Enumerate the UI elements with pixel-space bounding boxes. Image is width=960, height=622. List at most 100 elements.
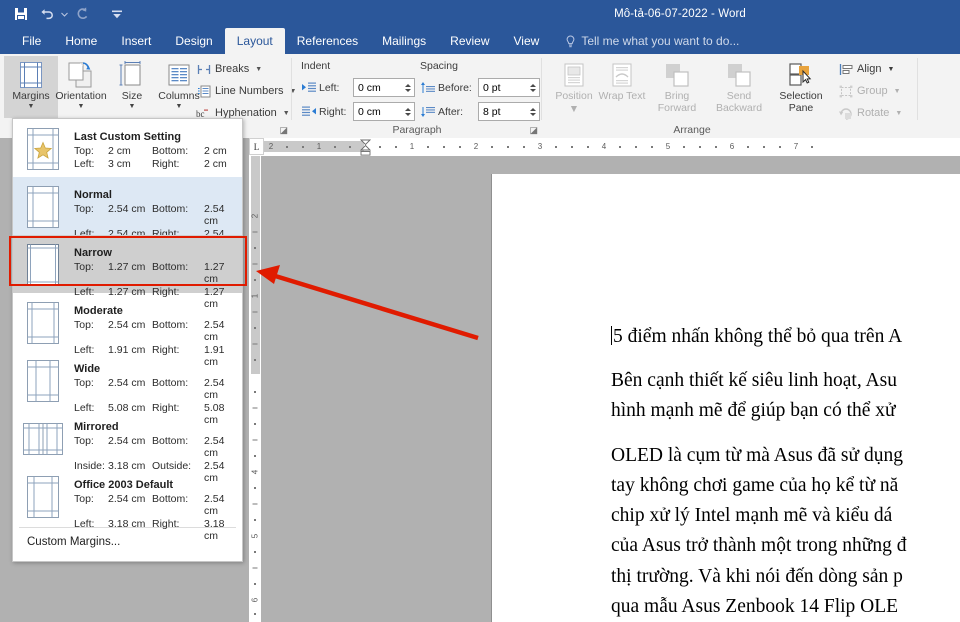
line-numbers-button[interactable]: Line Numbers ▼ — [196, 82, 296, 100]
spacing-before-row: Before: — [420, 78, 540, 97]
tab-insert[interactable]: Insert — [109, 28, 163, 54]
paragraph-dialog-launcher[interactable]: ◪ — [529, 125, 538, 136]
undo-dropdown-icon[interactable] — [60, 3, 69, 25]
indent-right-stepper[interactable] — [353, 102, 415, 121]
chevron-down-icon: ▼ — [175, 103, 183, 110]
ribbon-group-paragraph: Indent Spacing Left: Right: — [292, 54, 542, 138]
tab-view[interactable]: View — [502, 28, 552, 54]
indent-left-input[interactable] — [354, 79, 402, 96]
spacing-after-input[interactable] — [479, 103, 527, 120]
customize-qat-icon[interactable] — [104, 3, 130, 25]
margins-option-normal[interactable]: Normal Top: 2.54 cm Bottom: 2.54 cm Left… — [13, 177, 242, 252]
tell-me-text: Tell me what you want to do... — [581, 34, 740, 48]
size-icon — [119, 59, 145, 89]
chevron-down-icon: ▼ — [893, 87, 901, 95]
wrap-text-button[interactable]: Wrap Text ▼ — [598, 56, 646, 118]
rotate-button[interactable]: Rotate ▼ — [838, 104, 902, 122]
chevron-down-icon: ▼ — [282, 109, 290, 117]
margins-option-narrow[interactable]: Narrow Top: 1.27 cm Bottom: 1.27 cm Left… — [13, 235, 242, 310]
bring-forward-label: Bring Forward — [657, 90, 697, 114]
indent-left-icon — [301, 81, 316, 95]
selection-pane-icon — [786, 59, 816, 89]
wrap-text-label: Wrap Text — [598, 90, 646, 102]
vruler-top-margin-zone — [251, 156, 260, 374]
chevron-down-icon: ▼ — [255, 65, 263, 73]
margins-option-last-custom[interactable]: Last Custom Setting Top: 2 cm Bottom: 2 … — [13, 119, 242, 177]
word-window: Mô-tả-06-07-2022 - Word File Home Insert — [0, 0, 960, 622]
tab-design[interactable]: Design — [163, 28, 224, 54]
send-backward-icon — [725, 59, 753, 89]
margins-option-mirrored[interactable]: Mirrored Top: 2.54 cm Bottom: 2.54 cm In… — [13, 409, 242, 484]
align-icon — [838, 62, 853, 77]
vertical-ruler[interactable]: 2 1 4 5 6 — [249, 156, 261, 622]
tab-layout[interactable]: Layout — [224, 28, 285, 54]
redo-icon[interactable] — [69, 3, 95, 25]
group-label: Group — [857, 85, 888, 97]
spacing-before-stepper[interactable] — [478, 78, 540, 97]
selection-pane-button[interactable]: Selection Pane — [770, 56, 832, 118]
document-paragraph-2: OLED là cụm từ mà Asus đã sử dụng tay kh… — [611, 444, 907, 617]
send-backward-button[interactable]: Send Backward ▼ — [708, 56, 770, 118]
ribbon-group-arrange: Position ▼ Wrap Text ▼ Bring Forward ▼ — [542, 54, 918, 138]
page-setup-dialog-launcher[interactable]: ◪ — [279, 125, 288, 136]
tab-mailings[interactable]: Mailings — [370, 28, 438, 54]
chevron-down-icon: ▼ — [568, 102, 580, 115]
margins-option-moderate[interactable]: Moderate Top: 2.54 cm Bottom: 2.54 cm Le… — [13, 293, 242, 368]
chevron-down-icon: ▼ — [887, 65, 895, 73]
save-icon[interactable] — [8, 3, 34, 25]
spacing-after-spin-arrows[interactable] — [527, 103, 539, 120]
document-area[interactable]: 5 điểm nhấn không thể bỏ qua trên A Bên … — [261, 156, 960, 622]
text-caret — [611, 326, 612, 345]
margin-preview-icon — [20, 417, 66, 461]
size-button[interactable]: Size ▼ — [112, 56, 152, 118]
spacing-after-stepper[interactable] — [478, 102, 540, 121]
group-separator — [917, 58, 918, 120]
margins-dropdown-menu[interactable]: Last Custom Setting Top: 2 cm Bottom: 2 … — [12, 118, 243, 562]
margin-preview-icon — [20, 127, 66, 171]
document-paragraph-1: Bên cạnh thiết kế siêu linh hoạt, Asu hì… — [611, 370, 897, 422]
indent-left-spin-arrows[interactable] — [402, 79, 414, 96]
indent-right-spin-arrows[interactable] — [402, 103, 414, 120]
document-text[interactable]: 5 điểm nhấn không thể bỏ qua trên A Bên … — [611, 322, 960, 622]
margins-option-title: Last Custom Setting — [74, 131, 181, 143]
spacing-before-input[interactable] — [479, 79, 527, 96]
undo-icon[interactable] — [34, 3, 60, 25]
margins-label: Margins — [12, 90, 50, 102]
spacing-before-icon — [420, 81, 435, 95]
spacing-after-row: After: — [420, 102, 540, 121]
document-page[interactable]: 5 điểm nhấn không thể bỏ qua trên A Bên … — [492, 174, 960, 622]
margins-option-wide[interactable]: Wide Top: 2.54 cm Bottom: 2.54 cm Left: … — [13, 351, 242, 426]
tell-me-box[interactable]: Tell me what you want to do... — [551, 28, 739, 54]
margins-option-values: Top: 2.54 cm Bottom: 2.54 cm Left: 3.18 … — [74, 493, 225, 542]
tab-home[interactable]: Home — [53, 28, 109, 54]
bring-forward-button[interactable]: Bring Forward ▼ — [646, 56, 708, 118]
margin-preview-icon — [20, 301, 66, 345]
margin-preview-icon — [20, 359, 66, 403]
position-button[interactable]: Position ▼ — [550, 56, 598, 118]
spacing-before-spin-arrows[interactable] — [527, 79, 539, 96]
spacing-after-label: After: — [438, 105, 464, 118]
window-title: Mô-tả-06-07-2022 - Word — [614, 8, 746, 20]
indent-right-input[interactable] — [354, 103, 402, 120]
orientation-label: Orientation — [55, 90, 107, 102]
tab-review[interactable]: Review — [438, 28, 501, 54]
group-button[interactable]: Group ▼ — [838, 82, 901, 100]
margins-option-title: Wide — [74, 363, 101, 375]
align-button[interactable]: Align ▼ — [838, 60, 894, 78]
spacing-after-icon — [420, 105, 435, 119]
chevron-down-icon: ▼ — [77, 103, 85, 110]
columns-icon — [166, 59, 192, 89]
breaks-button[interactable]: Breaks ▼ — [196, 60, 262, 78]
tab-file[interactable]: File — [10, 28, 53, 54]
tab-stop-selector[interactable]: L — [249, 138, 264, 155]
indent-header: Indent — [301, 60, 331, 72]
tab-references[interactable]: References — [285, 28, 370, 54]
indent-markers[interactable] — [359, 139, 372, 156]
arrange-group-label: Arrange — [673, 124, 711, 136]
horizontal-ruler[interactable]: 2 1 1 2 3 4 5 6 7 — [249, 138, 960, 156]
indent-left-stepper[interactable] — [353, 78, 415, 97]
margins-option-office-2003-default[interactable]: Office 2003 Default Top: 2.54 cm Bottom:… — [13, 467, 242, 542]
breaks-icon — [196, 62, 211, 77]
lightbulb-icon — [565, 34, 576, 48]
orientation-button[interactable]: Orientation ▼ — [50, 56, 112, 118]
